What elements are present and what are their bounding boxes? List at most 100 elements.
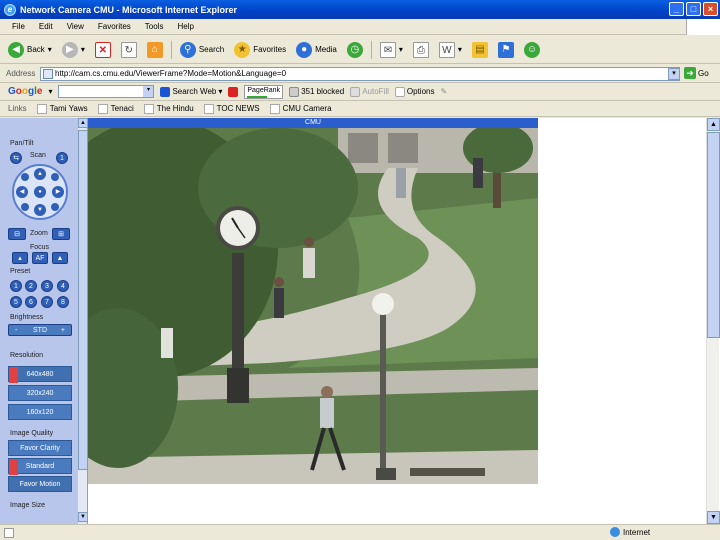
back-dropdown-icon[interactable]: ▾ xyxy=(48,45,52,54)
resolution-320-button[interactable]: 320x240 xyxy=(8,385,72,401)
page-scroll-thumb[interactable] xyxy=(707,132,720,338)
link-item[interactable]: The Hindu xyxy=(143,103,194,114)
resolution-160-button[interactable]: 160x120 xyxy=(8,404,72,420)
preset-7-button[interactable]: 7 xyxy=(41,296,53,308)
back-button[interactable]: ◀ Back ▾ xyxy=(6,39,54,61)
preset-6-button[interactable]: 6 xyxy=(25,296,37,308)
refresh-button[interactable]: ↻ xyxy=(119,39,139,61)
edit-button[interactable]: W ▾ xyxy=(437,39,464,61)
menu-file[interactable]: File xyxy=(12,22,25,31)
history-button[interactable]: ◷ xyxy=(345,39,365,61)
pan-left-end-button[interactable]: ⇆ xyxy=(10,152,22,164)
stop-button[interactable]: ✕ xyxy=(93,39,113,61)
menu-help[interactable]: Help xyxy=(177,22,193,31)
pan-left-button[interactable]: ◀ xyxy=(16,186,28,198)
zoom-out-button[interactable]: ⊟ xyxy=(8,228,26,240)
person-standing xyxy=(396,168,406,198)
messenger-button[interactable]: ☺ xyxy=(522,39,542,61)
sidebar-scrollbar[interactable]: ▲ ▼ xyxy=(78,118,87,524)
campus-scene xyxy=(88,128,538,484)
link-label: The Hindu xyxy=(156,104,194,113)
sidebar-scroll-thumb[interactable] xyxy=(78,130,87,470)
focus-near-button[interactable]: ▴ xyxy=(12,252,28,264)
search-web-button[interactable]: Search Web ▾ xyxy=(160,86,222,97)
popup-blocker-button[interactable]: 351 blocked xyxy=(289,86,344,97)
scroll-up-icon[interactable]: ▲ xyxy=(707,118,720,131)
scroll-up-icon[interactable]: ▲ xyxy=(78,118,87,128)
favor-clarity-button[interactable]: Favor Clarity xyxy=(8,440,72,456)
google-dropdown-icon[interactable]: ▾ xyxy=(48,87,52,96)
menu-edit[interactable]: Edit xyxy=(39,22,53,31)
discuss-button[interactable]: ▤ xyxy=(470,39,490,61)
lamp-base xyxy=(376,468,396,480)
pan-down-left-button[interactable] xyxy=(21,203,29,211)
go-button[interactable]: ➜ Go xyxy=(684,67,709,79)
preset-4-button[interactable]: 4 xyxy=(57,280,69,292)
pagerank-bar xyxy=(247,95,267,98)
preset-3-button[interactable]: 3 xyxy=(41,280,53,292)
favorites-button[interactable]: ★ Favorites xyxy=(232,39,288,61)
brightness-increase-button[interactable]: + xyxy=(61,325,65,336)
scroll-down-icon[interactable]: ▼ xyxy=(78,512,87,522)
address-dropdown-icon[interactable]: ▾ xyxy=(668,68,680,80)
link-item[interactable]: Tenaci xyxy=(97,103,134,114)
news-button[interactable] xyxy=(228,86,239,97)
pan-down-right-button[interactable] xyxy=(51,203,59,211)
link-item[interactable]: Tami Yaws xyxy=(36,103,88,114)
close-button[interactable]: × xyxy=(703,2,718,16)
links-label: Links xyxy=(8,104,27,113)
brightness-standard-button[interactable]: STD xyxy=(33,327,47,334)
home-position-button[interactable]: 1 xyxy=(56,152,68,164)
google-search-input[interactable]: ▾ xyxy=(58,85,155,98)
search-web-dropdown-icon[interactable]: ▾ xyxy=(218,87,222,96)
preset-1-button[interactable]: 1 xyxy=(10,280,22,292)
maximize-button[interactable]: □ xyxy=(686,2,701,16)
scroll-down-icon[interactable]: ▼ xyxy=(707,511,720,524)
google-logo[interactable]: Google xyxy=(8,86,42,97)
zoom-in-button[interactable]: ⊞ xyxy=(52,228,70,240)
home-button[interactable]: ⌂ xyxy=(145,39,165,61)
autofocus-button[interactable]: AF xyxy=(32,252,48,264)
pan-center-button[interactable]: ● xyxy=(34,186,46,198)
forward-button[interactable]: ▶ ▾ xyxy=(60,39,87,61)
standard-quality-button[interactable]: Standard xyxy=(8,458,72,475)
address-input[interactable]: http://cam.cs.cmu.edu/ViewerFrame?Mode=M… xyxy=(40,67,680,81)
brightness-decrease-button[interactable]: - xyxy=(15,325,17,336)
menu-tools[interactable]: Tools xyxy=(145,22,164,31)
google-options-button[interactable]: Options xyxy=(394,86,434,97)
address-url: http://cam.cs.cmu.edu/ViewerFrame?Mode=M… xyxy=(55,69,287,78)
tilt-up-button[interactable]: ▲ xyxy=(34,168,46,180)
focus-far-button[interactable]: ▲ xyxy=(52,252,68,264)
mail-button[interactable]: ✉ ▾ xyxy=(378,39,405,61)
menu-favorites[interactable]: Favorites xyxy=(98,22,131,31)
pagerank-meter[interactable]: PageRank xyxy=(244,84,284,99)
favor-motion-button[interactable]: Favor Motion xyxy=(8,476,72,492)
link-item[interactable]: TOC NEWS xyxy=(203,103,260,114)
media-button[interactable]: ● Media xyxy=(294,39,339,61)
preset-5-button[interactable]: 5 xyxy=(10,296,22,308)
image-size-label: Image Size xyxy=(10,502,46,509)
menu-view[interactable]: View xyxy=(67,22,84,31)
tilt-down-button[interactable]: ▼ xyxy=(34,204,46,216)
page-content: Pan/Tilt ⇆ Scan 1 ▲ ▼ ◀ ▶ ● ⊟ Zoom ⊞ Foc… xyxy=(0,118,720,524)
camera-feed-image[interactable] xyxy=(88,128,538,484)
pan-up-left-button[interactable] xyxy=(21,173,29,181)
preset-2-button[interactable]: 2 xyxy=(25,280,37,292)
print-button[interactable]: ⎙ xyxy=(411,39,431,61)
edit-dropdown-icon[interactable]: ▾ xyxy=(458,45,462,54)
search-web-label: Search Web xyxy=(172,87,217,96)
pan-up-right-button[interactable] xyxy=(51,173,59,181)
highlight-pen-icon[interactable]: ✎ xyxy=(440,87,447,96)
google-search-dropdown-icon[interactable]: ▾ xyxy=(143,86,154,97)
preset-8-button[interactable]: 8 xyxy=(57,296,69,308)
research-button[interactable]: ⚑ xyxy=(496,39,516,61)
pan-right-button[interactable]: ▶ xyxy=(52,186,64,198)
mail-dropdown-icon[interactable]: ▾ xyxy=(399,45,403,54)
minimize-button[interactable]: _ xyxy=(669,2,684,16)
search-button[interactable]: ⚲ Search xyxy=(178,39,226,61)
link-item[interactable]: CMU Camera xyxy=(269,103,332,114)
page-scrollbar[interactable]: ▲ ▼ xyxy=(706,118,720,524)
resolution-640-button[interactable]: 640x480 xyxy=(8,366,72,383)
forward-dropdown-icon[interactable]: ▾ xyxy=(81,45,85,54)
autofill-button[interactable]: AutoFill xyxy=(350,86,389,97)
